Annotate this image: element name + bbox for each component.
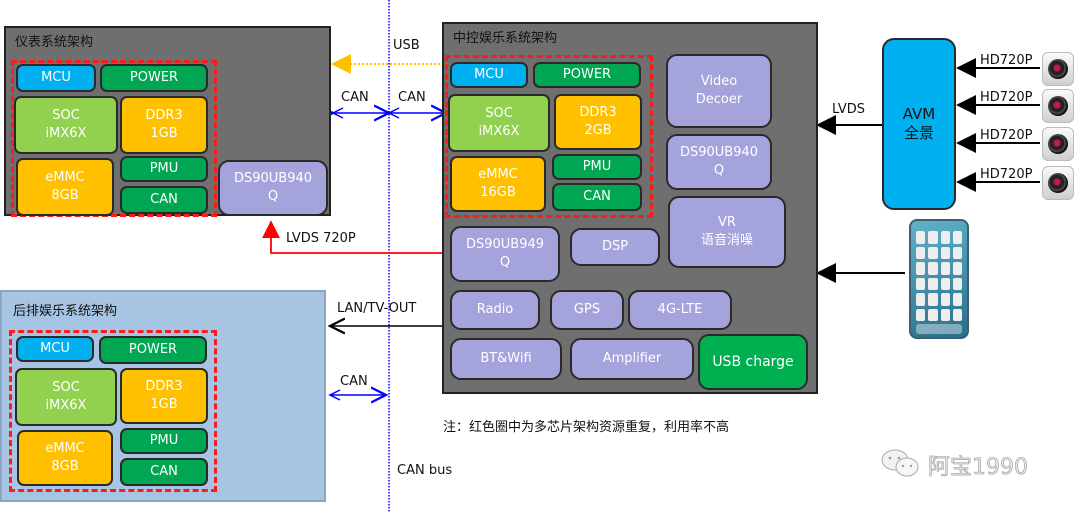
ivi-radio-block: Radio	[450, 290, 540, 330]
ivi-panel-title: 中控娱乐系统架构	[453, 31, 558, 46]
ivi-lte-block: 4G-LTE	[628, 290, 732, 330]
ivi-gps-block: GPS	[550, 290, 624, 330]
ivi-emmc-block: eMMC 16GB	[450, 156, 546, 212]
ivi-pmu-block: PMU	[552, 154, 642, 180]
ivi-ddr-block: DDR3 2GB	[554, 94, 642, 150]
cluster-deserializer-block: DS90UB940 Q	[218, 160, 328, 216]
cluster-pmu-block: PMU	[120, 156, 208, 182]
camera-label-4: HD720P	[980, 167, 1033, 182]
rear-panel-title: 后排娱乐系统架构	[13, 304, 118, 319]
cluster-power-block: POWER	[100, 64, 208, 92]
can-label-rear: CAN	[340, 374, 368, 389]
camera-label-1: HD720P	[980, 53, 1033, 68]
ivi-mcu-block: MCU	[450, 62, 528, 88]
ivi-power-block: POWER	[533, 62, 641, 88]
camera-icon	[1042, 52, 1074, 86]
ivi-soc-block: SOC iMX6X	[448, 94, 550, 152]
ivi-can-block: CAN	[552, 183, 642, 211]
cluster-can-block: CAN	[120, 186, 208, 214]
cluster-panel-title: 仪表系统架构	[15, 35, 94, 50]
cluster-ddr-block: DDR3 1GB	[120, 96, 208, 154]
ivi-system-panel: 中控娱乐系统架构 MCU POWER SOC iMX6X DDR3 2GB eM…	[442, 22, 818, 394]
rear-power-block: POWER	[99, 336, 207, 364]
camera-icon	[1042, 89, 1074, 123]
camera-label-3: HD720P	[980, 128, 1033, 143]
redundancy-note: 注：红色圈中为多芯片架构资源重复，利用率不高	[443, 420, 730, 435]
camera-icon	[1042, 166, 1074, 200]
ivi-dsp-block: DSP	[570, 228, 660, 266]
cluster-soc-block: SOC iMX6X	[14, 96, 118, 154]
camera-icon	[1042, 127, 1074, 161]
lan-tv-out-label: LAN/TV-OUT	[337, 301, 417, 316]
rear-mcu-block: MCU	[16, 336, 94, 362]
ivi-usb-charge-block: USB charge	[698, 334, 808, 390]
ivi-deserializer-block: DS90UB940 Q	[666, 134, 772, 190]
cluster-mcu-block: MCU	[16, 64, 96, 92]
rear-ddr-block: DDR3 1GB	[120, 368, 208, 424]
ivi-video-decoder-block: Video Decoer	[666, 54, 772, 128]
cluster-emmc-block: eMMC 8GB	[16, 158, 114, 216]
usb-label: USB	[393, 38, 420, 53]
avm-block: AVM 全景	[882, 38, 956, 210]
can-label-ivi: CAN	[398, 90, 426, 105]
ivi-serializer-block: DS90UB949 Q	[450, 226, 560, 282]
can-bus-label: CAN bus	[397, 463, 453, 478]
ivi-btwifi-block: BT&Wifi	[450, 338, 562, 380]
rear-pmu-block: PMU	[120, 428, 208, 454]
ivi-amplifier-block: Amplifier	[570, 338, 694, 380]
lvds-720p-label: LVDS 720P	[286, 231, 356, 246]
watermark: 阿宝1990	[880, 445, 1040, 481]
smartphone-icon	[909, 219, 969, 339]
ivi-vr-block: VR 语音消噪	[668, 196, 786, 268]
cluster-system-panel: 仪表系统架构 MCU POWER SOC iMX6X DDR3 1GB eMMC…	[4, 26, 331, 217]
rear-system-panel: 后排娱乐系统架构 MCU POWER SOC iMX6X DDR3 1GB eM…	[0, 290, 326, 502]
wechat-icon	[881, 449, 919, 477]
camera-label-2: HD720P	[980, 90, 1033, 105]
rear-can-block: CAN	[120, 458, 208, 486]
watermark-text: 阿宝1990	[928, 455, 1029, 481]
can-label-cluster: CAN	[341, 90, 369, 105]
rear-soc-block: SOC iMX6X	[15, 368, 117, 426]
rear-emmc-block: eMMC 8GB	[17, 430, 113, 486]
lvds-label: LVDS	[832, 102, 865, 117]
